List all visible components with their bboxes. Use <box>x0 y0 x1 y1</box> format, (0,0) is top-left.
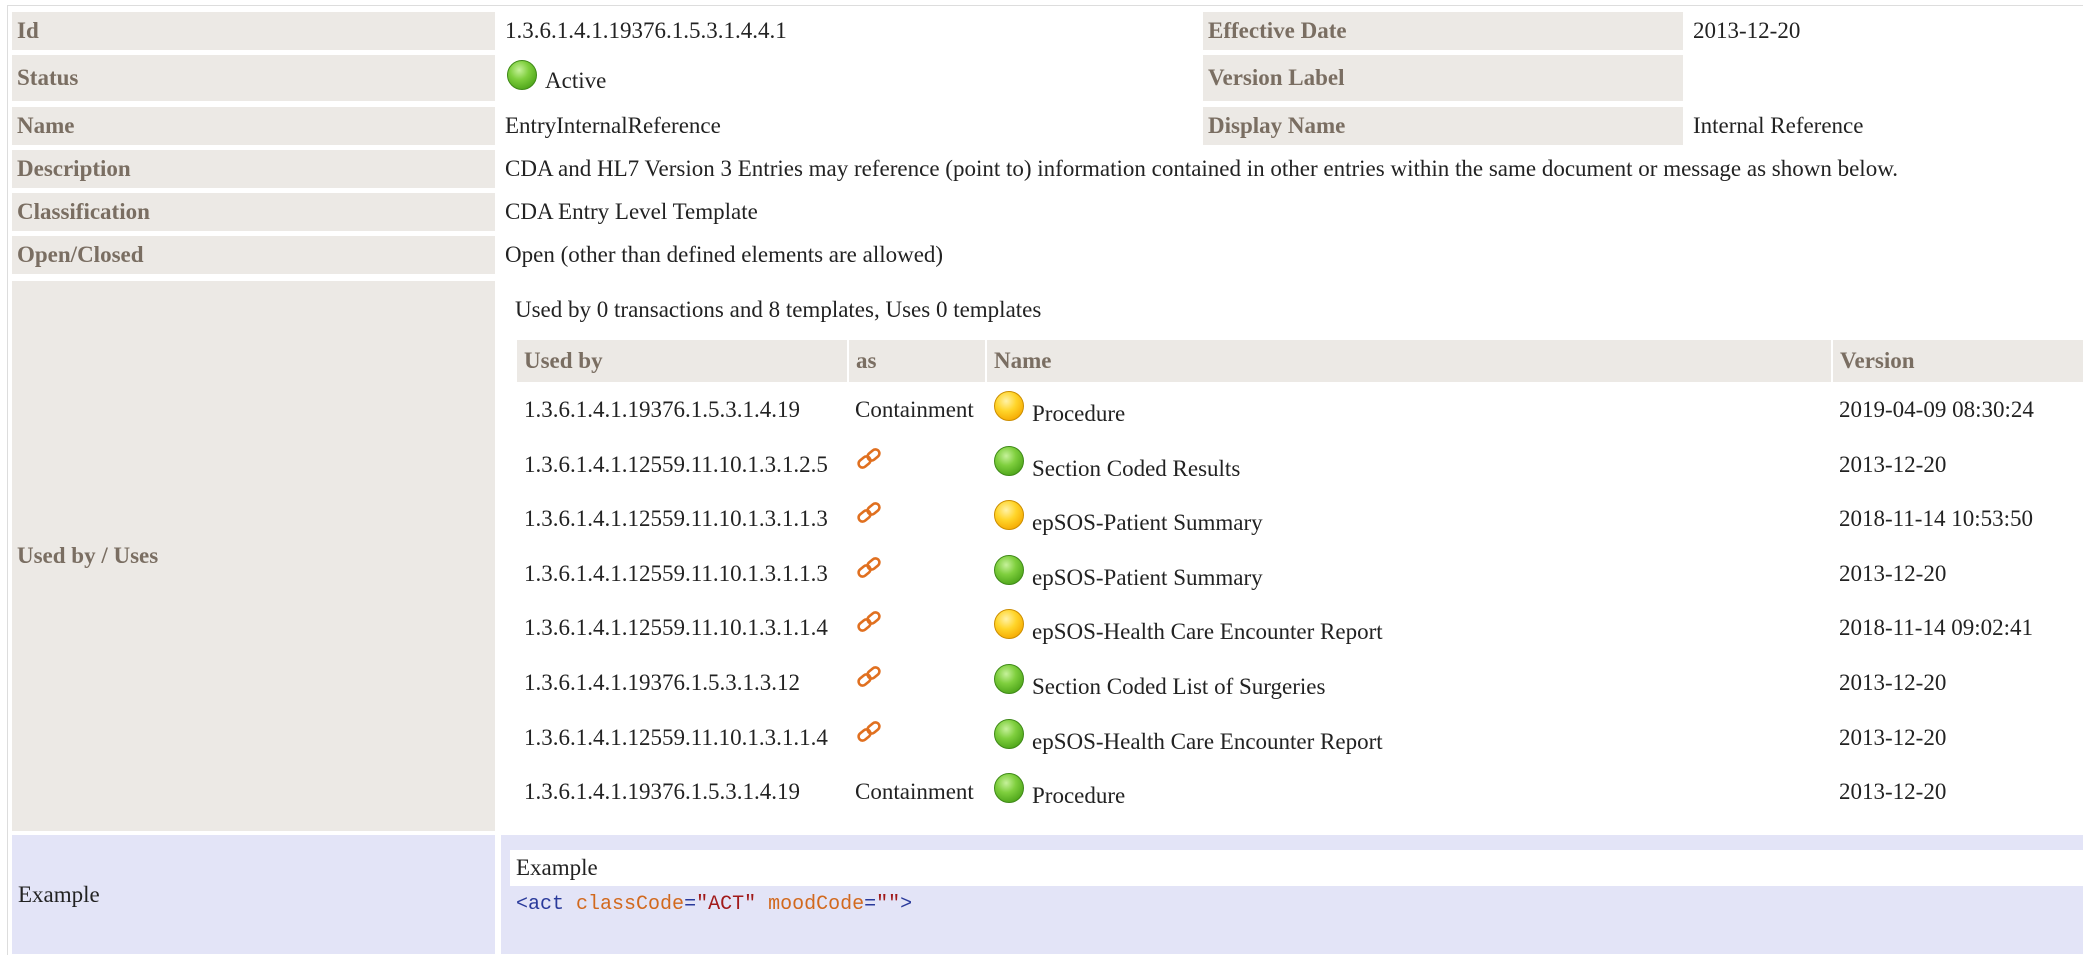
used-by-version: 2018-11-14 09:02:41 <box>1839 615 2033 640</box>
used-by-version: 2019-04-09 08:30:24 <box>1839 397 2034 422</box>
used-by-name[interactable]: epSOS-Patient Summary <box>994 494 1263 544</box>
id-label: Id <box>12 12 495 50</box>
code-attr-classcode: classCode <box>576 893 685 916</box>
used-by-name-text: Procedure <box>1032 401 1126 426</box>
status-active-icon <box>994 773 1024 803</box>
status-draft-icon <box>994 500 1024 530</box>
effective-date-value: 2013-12-20 <box>1693 18 1801 43</box>
used-by-name[interactable]: Section Coded Results <box>994 440 1240 490</box>
used-by-as <box>855 603 883 653</box>
classification-label: Classification <box>12 193 495 231</box>
effective-date-label: Effective Date <box>1203 12 1683 50</box>
example-code: <act classCode="ACT" moodCode=""> <box>516 893 913 916</box>
status-draft-icon <box>994 391 1024 421</box>
used-by-name-text: epSOS-Patient Summary <box>1032 565 1263 590</box>
open-closed-value: Open (other than defined elements are al… <box>505 242 944 267</box>
used-by-name-text: Section Coded Results <box>1032 456 1241 481</box>
code-tag-close: > <box>900 893 913 916</box>
used-by-id[interactable]: 1.3.6.1.4.1.12559.11.10.1.3.1.2.5 <box>524 440 828 490</box>
version-label-value <box>1692 55 1693 101</box>
status-active-icon <box>994 664 1024 694</box>
link-icon[interactable] <box>855 554 883 582</box>
used-by-as: Containment <box>855 779 974 804</box>
code-val-moodcode: "" <box>876 893 901 916</box>
used-by-as <box>855 658 883 708</box>
used-by-name[interactable]: epSOS-Health Care Encounter Report <box>994 713 1383 763</box>
status-active-icon <box>994 719 1024 749</box>
status-text: Active <box>545 68 607 93</box>
used-by-name[interactable]: epSOS-Health Care Encounter Report <box>994 603 1383 653</box>
name-value: EntryInternalReference <box>505 113 721 138</box>
status-value: Active <box>506 55 606 101</box>
description-label: Description <box>12 150 495 188</box>
used-by-version: 2013-12-20 <box>1839 725 1947 750</box>
used-by-version: 2013-12-20 <box>1839 779 1947 804</box>
used-by-as <box>855 713 883 763</box>
col-header-version: Version <box>1833 340 2083 382</box>
used-by-as: Containment <box>855 397 974 422</box>
status-active-icon <box>507 60 537 90</box>
classification-value: CDA Entry Level Template <box>505 199 758 224</box>
used-by-version: 2013-12-20 <box>1839 670 1947 695</box>
used-by-id[interactable]: 1.3.6.1.4.1.19376.1.5.3.1.4.19 <box>524 767 800 817</box>
display-name-label: Display Name <box>1203 107 1683 145</box>
open-closed-label: Open/Closed <box>12 236 495 274</box>
used-by-id[interactable]: 1.3.6.1.4.1.19376.1.5.3.1.4.19 <box>524 385 800 435</box>
code-tag-open: <act <box>516 893 565 916</box>
link-icon[interactable] <box>855 663 883 691</box>
used-by-id[interactable]: 1.3.6.1.4.1.12559.11.10.1.3.1.1.4 <box>524 713 828 763</box>
status-draft-icon <box>994 609 1024 639</box>
used-by-name-text: epSOS-Health Care Encounter Report <box>1032 729 1383 754</box>
name-label: Name <box>12 107 495 145</box>
code-val-classcode: "ACT" <box>696 893 757 916</box>
used-by-id[interactable]: 1.3.6.1.4.1.12559.11.10.1.3.1.1.3 <box>524 494 828 544</box>
description-value: CDA and HL7 Version 3 Entries may refere… <box>505 156 1899 181</box>
used-by-as <box>855 440 883 490</box>
col-header-name: Name <box>987 340 1831 382</box>
link-icon[interactable] <box>855 499 883 527</box>
used-by-name[interactable]: Procedure <box>994 767 1125 817</box>
example-title[interactable]: Example <box>510 850 2083 886</box>
used-by-name[interactable]: Procedure <box>994 385 1125 435</box>
used-by-summary: Used by 0 transactions and 8 templates, … <box>515 297 1042 322</box>
link-icon[interactable] <box>855 445 883 473</box>
status-label: Status <box>12 55 495 101</box>
used-by-version: 2018-11-14 10:53:50 <box>1839 506 2033 531</box>
used-by-id[interactable]: 1.3.6.1.4.1.19376.1.5.3.1.3.12 <box>524 658 800 708</box>
used-by-name-text: Section Coded List of Surgeries <box>1032 674 1326 699</box>
display-name-value: Internal Reference <box>1693 113 1864 138</box>
used-by-label: Used by / Uses <box>12 281 495 831</box>
used-by-id[interactable]: 1.3.6.1.4.1.12559.11.10.1.3.1.1.4 <box>524 603 828 653</box>
example-label: Example <box>12 835 495 954</box>
used-by-name[interactable]: Section Coded List of Surgeries <box>994 658 1325 708</box>
code-attr-moodcode: moodCode <box>768 893 865 916</box>
used-by-id[interactable]: 1.3.6.1.4.1.12559.11.10.1.3.1.1.3 <box>524 549 828 599</box>
used-by-version: 2013-12-20 <box>1839 561 1947 586</box>
used-by-version: 2013-12-20 <box>1839 452 1947 477</box>
version-label-label: Version Label <box>1203 55 1683 101</box>
used-by-name[interactable]: epSOS-Patient Summary <box>994 549 1263 599</box>
link-icon[interactable] <box>855 608 883 636</box>
used-by-name-text: epSOS-Patient Summary <box>1032 510 1263 535</box>
status-active-icon <box>994 446 1024 476</box>
status-active-icon <box>994 555 1024 585</box>
used-by-as <box>855 549 883 599</box>
link-icon[interactable] <box>855 718 883 746</box>
used-by-name-text: epSOS-Health Care Encounter Report <box>1032 619 1383 644</box>
col-header-used-by: Used by <box>517 340 847 382</box>
id-value: 1.3.6.1.4.1.19376.1.5.3.1.4.4.1 <box>505 18 787 43</box>
col-header-as: as <box>849 340 985 382</box>
used-by-name-text: Procedure <box>1032 783 1126 808</box>
used-by-as <box>855 494 883 544</box>
